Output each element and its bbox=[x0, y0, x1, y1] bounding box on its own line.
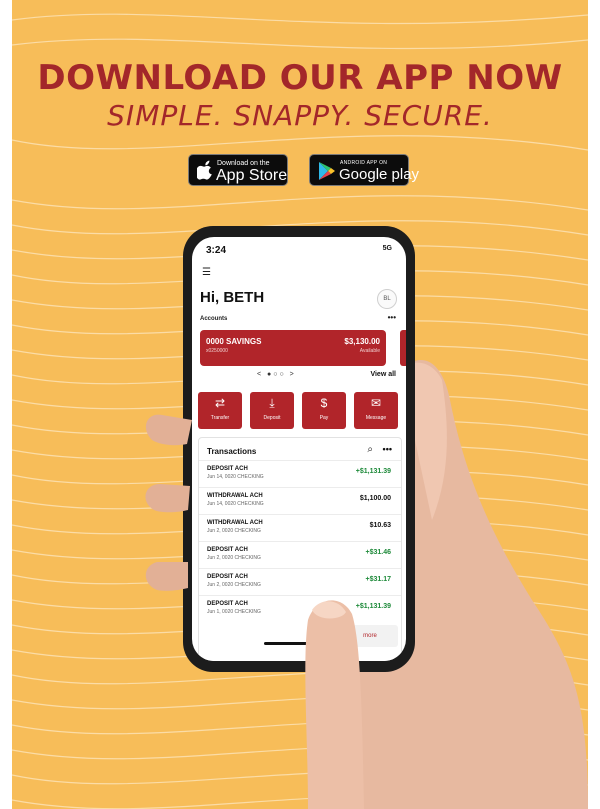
accounts-more-icon[interactable]: ••• bbox=[388, 313, 396, 322]
transfer-icon: ⇄ bbox=[214, 396, 226, 410]
deposit-icon: ⤓ bbox=[269, 396, 275, 410]
transaction-desc: DEPOSIT ACH bbox=[207, 466, 248, 472]
apple-icon bbox=[197, 160, 212, 180]
deposit-label: Deposit bbox=[263, 415, 281, 421]
transaction-row[interactable]: DEPOSIT ACH Jun 2, 0020 CHECKING +$31.17 bbox=[199, 568, 401, 595]
transactions-more-icon[interactable]: ••• bbox=[383, 444, 392, 454]
transaction-desc: DEPOSIT ACH bbox=[207, 574, 248, 580]
transfer-label: Transfer bbox=[210, 415, 230, 421]
avatar[interactable]: BL bbox=[377, 289, 397, 309]
more-transactions-button[interactable]: more bbox=[342, 625, 398, 647]
transaction-sub: Jun 2, 0020 CHECKING bbox=[207, 555, 261, 561]
status-time: 3:24 bbox=[206, 245, 227, 256]
transaction-amount: $1,100.00 bbox=[359, 495, 391, 502]
transaction-sub: Jun 14, 0020 CHECKING bbox=[207, 474, 264, 480]
pay-icon: $ bbox=[320, 396, 328, 410]
transaction-sub: Jun 14, 0020 CHECKING bbox=[207, 501, 264, 507]
message-button[interactable]: ✉ Message bbox=[354, 392, 398, 429]
account-available: Available bbox=[359, 348, 380, 354]
transfer-button[interactable]: ⇄ Transfer bbox=[198, 392, 242, 429]
transaction-amount: +$1,131.39 bbox=[355, 468, 391, 475]
next-account-card[interactable] bbox=[400, 330, 406, 366]
phone-screen: 3:24 5G ☰ Hi, BETH BL Accounts ••• 0000 … bbox=[192, 237, 406, 661]
deposit-button[interactable]: ⤓ Deposit bbox=[250, 392, 294, 429]
transaction-sub: Jun 2, 0020 CHECKING bbox=[207, 528, 261, 534]
transaction-desc: WITHDRAWAL ACH bbox=[207, 520, 263, 526]
transaction-sub: Jun 2, 0020 CHECKING bbox=[207, 582, 261, 588]
account-number: x0250000 bbox=[206, 348, 228, 354]
app-store-small: Download on the bbox=[217, 160, 270, 167]
account-balance: $3,130.00 bbox=[344, 337, 380, 346]
transaction-amount: +$1,131.39 bbox=[355, 603, 391, 610]
app-store-badge[interactable]: Download on the App Store bbox=[188, 154, 288, 186]
transaction-desc: DEPOSIT ACH bbox=[207, 547, 248, 553]
google-play-icon bbox=[319, 162, 335, 180]
transaction-desc: WITHDRAWAL ACH bbox=[207, 493, 263, 499]
status-bar: 3:24 5G bbox=[206, 245, 392, 259]
quick-actions: ⇄ Transfer ⤓ Deposit $ Pay ✉ Message bbox=[198, 392, 400, 430]
transaction-row[interactable]: DEPOSIT ACH Jun 1, 0020 CHECKING +$1,131… bbox=[199, 595, 401, 622]
view-all-link[interactable]: View all bbox=[370, 371, 396, 378]
phone-device: 3:24 5G ☰ Hi, BETH BL Accounts ••• 0000 … bbox=[183, 226, 415, 672]
transaction-row[interactable]: WITHDRAWAL ACH Jun 14, 0020 CHECKING $1,… bbox=[199, 487, 401, 514]
transaction-amount: $10.63 bbox=[369, 522, 391, 529]
carousel-pager[interactable]: < ●○○ > bbox=[257, 371, 296, 378]
message-label: Message bbox=[365, 415, 387, 421]
transaction-amount: +$31.17 bbox=[365, 576, 392, 583]
pay-button[interactable]: $ Pay bbox=[302, 392, 346, 429]
home-indicator bbox=[264, 642, 334, 645]
pay-label: Pay bbox=[319, 415, 329, 421]
google-play-badge[interactable]: ANDROID APP ON Google play bbox=[309, 154, 419, 186]
accounts-label: Accounts bbox=[200, 316, 228, 322]
account-card[interactable]: 0000 SAVINGS x0250000 $3,130.00 Availabl… bbox=[200, 330, 386, 366]
transaction-row[interactable]: DEPOSIT ACH Jun 14, 0020 CHECKING +$1,13… bbox=[199, 460, 401, 487]
tagline: SIMPLE. SNAPPY. SECURE. bbox=[107, 99, 493, 132]
greeting: Hi, BETH bbox=[200, 289, 265, 306]
transaction-row[interactable]: DEPOSIT ACH Jun 2, 0020 CHECKING +$31.46 bbox=[199, 541, 401, 568]
google-play-label: Google play bbox=[339, 166, 420, 183]
message-icon: ✉ bbox=[370, 396, 382, 410]
status-signal: 5G bbox=[382, 245, 392, 252]
transaction-row[interactable]: WITHDRAWAL ACH Jun 2, 0020 CHECKING $10.… bbox=[199, 514, 401, 541]
search-icon[interactable]: ⌕ bbox=[367, 444, 373, 455]
app-store-label: App Store bbox=[216, 167, 288, 184]
transactions-title: Transactions bbox=[207, 447, 257, 456]
transaction-amount: +$31.46 bbox=[365, 549, 392, 556]
account-name: 0000 SAVINGS bbox=[206, 337, 262, 346]
menu-icon[interactable]: ☰ bbox=[202, 267, 211, 278]
transaction-desc: DEPOSIT ACH bbox=[207, 601, 248, 607]
headline: DOWNLOAD OUR APP NOW bbox=[37, 58, 563, 98]
poster: DOWNLOAD OUR APP NOW SIMPLE. SNAPPY. SEC… bbox=[12, 0, 588, 809]
transaction-sub: Jun 1, 0020 CHECKING bbox=[207, 609, 261, 615]
